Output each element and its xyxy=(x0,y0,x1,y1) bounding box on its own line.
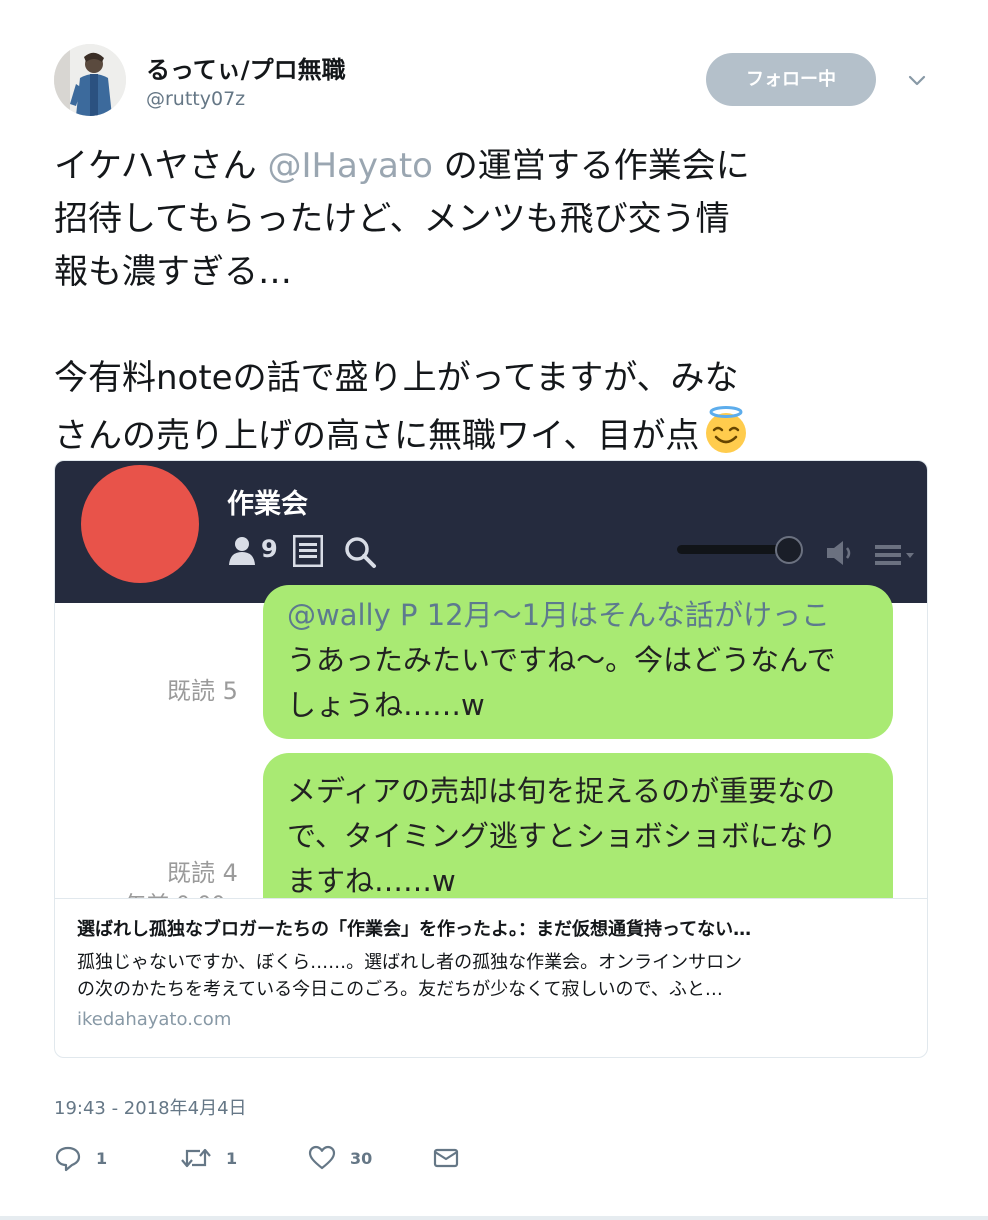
mention-link[interactable]: @IHayato xyxy=(267,146,433,186)
tweet-text: イケハヤさん @IHayato の運営する作業会に 招待してもらったけど、メンツ… xyxy=(54,140,934,463)
heart-icon xyxy=(308,1145,336,1170)
card-image[interactable]: 作業会 9 既読 5 @wally P 12月〜1月はそんな話がけっこ うあった… xyxy=(55,461,927,898)
tweet-line: 今有料noteの話で盛り上がってますが、みな xyxy=(54,358,739,398)
reply-button[interactable]: 1 xyxy=(54,1140,107,1176)
envelope-icon xyxy=(433,1148,459,1168)
chat-area: 既読 5 @wally P 12月〜1月はそんな話がけっこ うあったみたいですね… xyxy=(55,585,927,898)
card-domain[interactable]: ikedahayato.com xyxy=(77,1009,905,1030)
group-name: 作業会 xyxy=(227,489,308,520)
tweet-line: さんの売り上げの高さに無職ワイ、目が点 xyxy=(54,405,934,463)
author-name[interactable]: るってぃ/プロ無職 xyxy=(146,50,346,85)
member-icon xyxy=(229,537,255,565)
volume-slider-knob xyxy=(775,536,803,564)
chevron-down-icon[interactable] xyxy=(906,69,928,91)
chat-bubble: メディアの売却は旬を捉えるのが重要なの で、タイミング逃すとショボショボになり … xyxy=(263,753,893,898)
tweet-timestamp[interactable]: 19:43 - 2018年4月4日 xyxy=(54,1094,247,1120)
tweet-line: イケハヤさん @IHayato の運営する作業会に xyxy=(54,146,750,186)
chat-header: 作業会 9 xyxy=(55,461,927,603)
retweet-icon xyxy=(181,1148,211,1168)
note-icon xyxy=(293,535,323,567)
search-icon xyxy=(345,537,376,568)
reply-icon xyxy=(55,1146,81,1172)
menu-icon xyxy=(875,545,914,565)
author-handle[interactable]: @rutty07z xyxy=(146,88,245,110)
card-info[interactable]: 選ばれし孤独なブロガーたちの「作業会」を作ったよ。：まだ仮想通貨持ってない… 孤… xyxy=(55,898,927,1057)
tweet-line: 報も濃すぎる… xyxy=(54,252,292,292)
chat-bubble: @wally P 12月〜1月はそんな話がけっこ うあったみたいですね〜。今はど… xyxy=(263,585,893,739)
read-receipt: 既読 5 xyxy=(167,677,238,705)
message-time: 午前 0:00 xyxy=(125,887,225,898)
card-title[interactable]: 選ばれし孤独なブロガーたちの「作業会」を作ったよ。：まだ仮想通貨持ってない… xyxy=(77,917,905,943)
link-card[interactable]: 作業会 9 既読 5 @wally P 12月〜1月はそんな話がけっこ うあった… xyxy=(54,460,928,1058)
group-avatar xyxy=(81,465,199,583)
member-count: 9 xyxy=(261,535,278,563)
following-button[interactable]: フォロー中 xyxy=(706,53,876,106)
read-receipt: 既読 4 xyxy=(167,859,238,887)
author-avatar[interactable] xyxy=(54,44,126,116)
tweet-line: 招待してもらったけど、メンツも飛び交う情 xyxy=(54,199,730,239)
card-description: 孤独じゃないですか、ぼくら……。選ばれし者の孤独な作業会。オンラインサロン の次… xyxy=(77,952,743,1000)
like-count: 30 xyxy=(350,1148,373,1168)
like-button[interactable]: 30 xyxy=(308,1140,372,1176)
reply-count: 1 xyxy=(96,1148,108,1168)
retweet-count: 1 xyxy=(226,1148,238,1168)
halo-smile-emoji-icon xyxy=(706,406,747,453)
retweet-button[interactable]: 1 xyxy=(180,1140,237,1176)
speaker-icon xyxy=(827,541,851,565)
direct-message-button[interactable] xyxy=(432,1140,460,1176)
bottom-divider xyxy=(0,1216,988,1220)
